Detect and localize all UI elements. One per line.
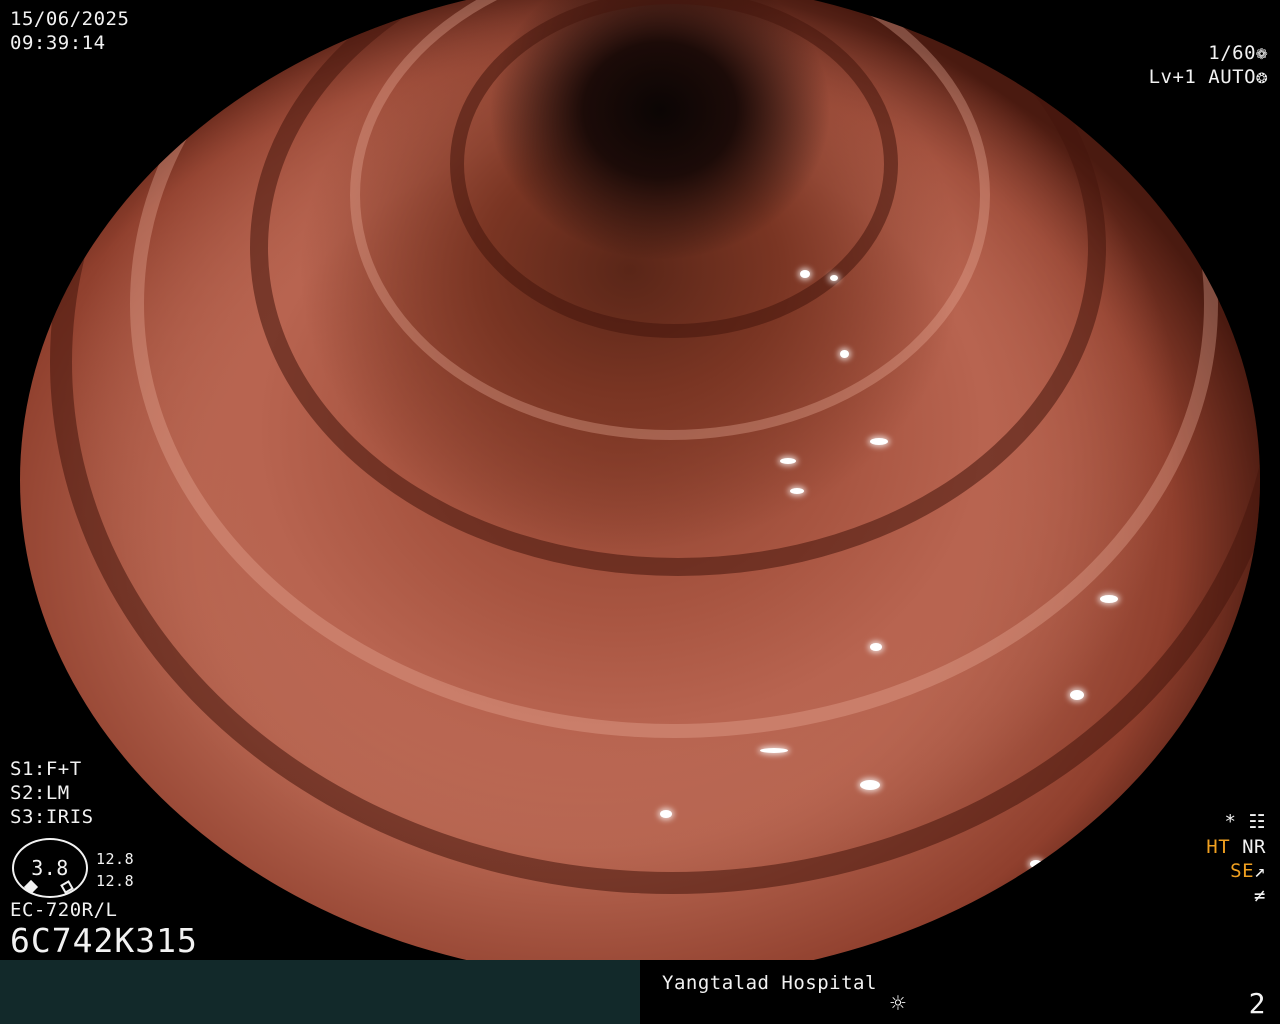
specular-highlight [800, 270, 810, 278]
setting-s1: S1:F+T [10, 758, 82, 780]
shutter-row: 1/60❁ [1149, 42, 1268, 66]
shutter-icon: ❁ [1256, 42, 1268, 64]
specular-highlight [870, 438, 888, 445]
status-row-star: * ☷ [1206, 810, 1266, 835]
specular-highlight [860, 780, 880, 790]
footer-right-bar: Yangtalad Hospital ☼ 2 [640, 960, 1280, 1024]
sun-icon: ☼ [890, 989, 907, 1019]
settings-panel: S1:F+T S2:LM S3:IRIS [10, 758, 94, 829]
marker-icon [23, 879, 39, 895]
scope-serial: 6C742K315 [10, 921, 198, 960]
specular-highlight [780, 458, 796, 464]
marker-outline-icon [60, 880, 74, 894]
specular-highlight [1070, 690, 1084, 700]
exposure-info: 1/60❁ Lv+1 AUTO❂ [1149, 42, 1268, 90]
se-label: SE [1230, 860, 1255, 883]
footer-left-bar [0, 960, 640, 1024]
status-row-se: SE↗ [1206, 859, 1266, 884]
image-status: * ☷ HT NR SE↗ ≠ [1206, 810, 1266, 909]
exposure-mode-text: AUTO [1208, 65, 1257, 88]
setting-s3: S3:IRIS [10, 805, 94, 828]
gauge-scale: 12.8 12.8 [96, 848, 134, 892]
ht-label: HT [1206, 835, 1231, 858]
structure-enhance-icon: ↗ [1254, 860, 1266, 883]
page-number: 2 [1248, 987, 1266, 1020]
date-text: 15/06/2025 [10, 8, 130, 30]
specular-highlight [870, 643, 882, 651]
specular-highlight [1100, 595, 1118, 603]
freeze-off-icon: ≠ [1254, 885, 1266, 908]
specular-highlight [840, 350, 849, 358]
specular-highlight [790, 488, 804, 494]
exposure-row: Lv+1 AUTO❂ [1149, 66, 1268, 90]
gauge-lower: 12.8 [96, 872, 135, 890]
zoom-gauge: 3.8 [12, 838, 88, 898]
star-text: * [1224, 811, 1237, 833]
nr-label: NR [1242, 835, 1266, 858]
settings-sliders-icon: ☷ [1248, 811, 1266, 833]
mucosal-fold [50, 0, 1260, 894]
level-text: Lv+1 [1148, 65, 1197, 88]
gauge-value: 3.8 [31, 856, 69, 880]
gauge-upper: 12.8 [96, 850, 135, 868]
date-time: 15/06/2025 09:39:14 [10, 8, 129, 56]
specular-highlight [1130, 820, 1140, 830]
specular-highlight [1030, 860, 1042, 868]
shutter-text: 1/60 [1208, 42, 1257, 64]
status-row-ht-nr: HT NR [1206, 835, 1266, 860]
specular-highlight [660, 810, 672, 818]
specular-highlight [760, 748, 788, 753]
time-text: 09:39:14 [10, 31, 106, 54]
aperture-icon: ❂ [1256, 65, 1268, 88]
setting-s2: S2:LM [10, 781, 70, 804]
hospital-name: Yangtalad Hospital [662, 972, 877, 994]
specular-highlight [830, 275, 838, 281]
endoscope-view [20, 0, 1260, 980]
